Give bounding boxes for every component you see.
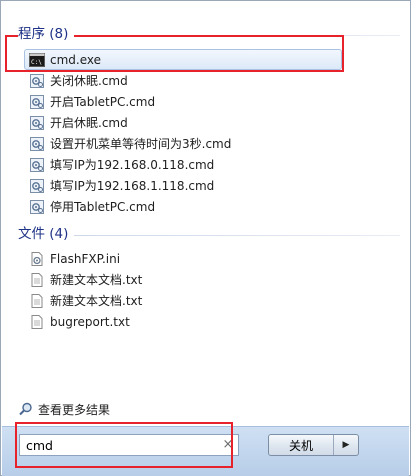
ini-file-icon bbox=[29, 251, 45, 267]
script-icon bbox=[29, 136, 45, 152]
result-item-label: 开启TabletPC.cmd bbox=[50, 95, 156, 109]
shutdown-button-group: 关机 ▶ bbox=[268, 434, 359, 456]
result-item-script[interactable]: 开启休眠.cmd bbox=[29, 112, 339, 133]
result-item-script[interactable]: 停用TabletPC.cmd bbox=[29, 196, 339, 217]
result-item-label: 新建文本文档.txt bbox=[50, 294, 143, 308]
script-icon bbox=[29, 73, 45, 89]
result-item-label: 设置开机菜单等待时间为3秒.cmd bbox=[50, 137, 232, 151]
programs-group-label: 程序 (8) bbox=[18, 26, 75, 42]
script-icon bbox=[29, 94, 45, 110]
script-icon bbox=[29, 115, 45, 131]
result-item-script[interactable]: 设置开机菜单等待时间为3秒.cmd bbox=[29, 133, 339, 154]
result-item-label: 关闭休眠.cmd bbox=[50, 74, 128, 88]
result-item-file[interactable]: 新建文本文档.txt bbox=[29, 269, 339, 290]
highlight-box-search bbox=[15, 422, 233, 468]
result-item-script[interactable]: 关闭休眠.cmd bbox=[29, 70, 339, 91]
result-item-script[interactable]: 填写IP为192.168.1.118.cmd bbox=[29, 175, 339, 196]
result-item-script[interactable]: 填写IP为192.168.0.118.cmd bbox=[29, 154, 339, 175]
result-item-file[interactable]: 新建文本文档.txt bbox=[29, 290, 339, 311]
files-group-header[interactable]: 文件 (4) bbox=[18, 225, 406, 243]
result-item-file[interactable]: FlashFXP.ini bbox=[29, 248, 339, 269]
group-divider bbox=[18, 235, 400, 236]
files-group-label: 文件 (4) bbox=[18, 226, 75, 242]
result-item-label: 停用TabletPC.cmd bbox=[50, 200, 156, 214]
search-icon bbox=[18, 401, 34, 417]
shutdown-button[interactable]: 关机 bbox=[269, 435, 334, 455]
result-item-script[interactable]: 开启TabletPC.cmd bbox=[29, 91, 339, 112]
result-item-label: 新建文本文档.txt bbox=[50, 273, 143, 287]
shutdown-options-arrow-icon[interactable]: ▶ bbox=[334, 435, 358, 455]
text-file-icon bbox=[29, 272, 45, 288]
start-menu: 程序 (8) C:\ cmd.exe 关闭休眠.cmd 开启TabletPC.c… bbox=[0, 0, 411, 476]
see-more-results-link[interactable]: 查看更多结果 bbox=[18, 400, 110, 418]
script-icon bbox=[29, 178, 45, 194]
result-item-file[interactable]: bugreport.txt bbox=[29, 311, 339, 332]
see-more-results-label: 查看更多结果 bbox=[38, 402, 111, 417]
result-item-label: 开启休眠.cmd bbox=[50, 116, 128, 130]
result-item-label: FlashFXP.ini bbox=[50, 251, 121, 266]
result-item-label: bugreport.txt bbox=[50, 314, 130, 329]
script-icon bbox=[29, 199, 45, 215]
text-file-icon bbox=[29, 314, 45, 330]
script-icon bbox=[29, 157, 45, 173]
result-item-label: 填写IP为192.168.1.118.cmd bbox=[50, 179, 215, 193]
result-item-label: 填写IP为192.168.0.118.cmd bbox=[50, 158, 215, 172]
text-file-icon bbox=[29, 293, 45, 309]
